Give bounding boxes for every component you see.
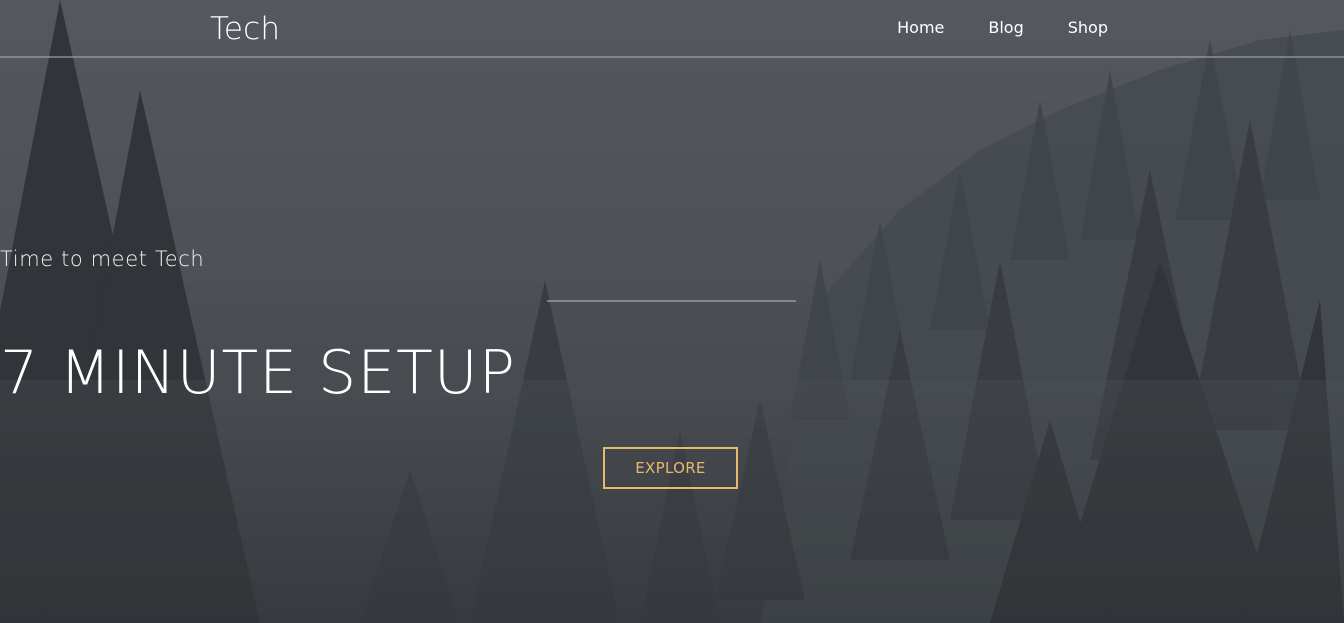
nav-link-home[interactable]: Home: [897, 17, 944, 39]
nav-link-shop[interactable]: Shop: [1068, 17, 1108, 39]
brand-logo[interactable]: Tech: [210, 10, 280, 48]
main-nav: Home Blog Shop: [897, 17, 1108, 39]
hero-section: Tech Home Blog Shop Time to meet Tech 7 …: [0, 0, 1344, 623]
explore-button[interactable]: EXPLORE: [603, 447, 738, 489]
hero-divider: [547, 300, 796, 302]
forest-background-image: [0, 0, 1344, 623]
hero-subtitle: Time to meet Tech: [0, 247, 205, 271]
nav-link-blog[interactable]: Blog: [988, 17, 1023, 39]
top-navbar: Tech Home Blog Shop: [0, 0, 1344, 58]
hero-headline: 7 MINUTE SETUP: [0, 338, 516, 408]
